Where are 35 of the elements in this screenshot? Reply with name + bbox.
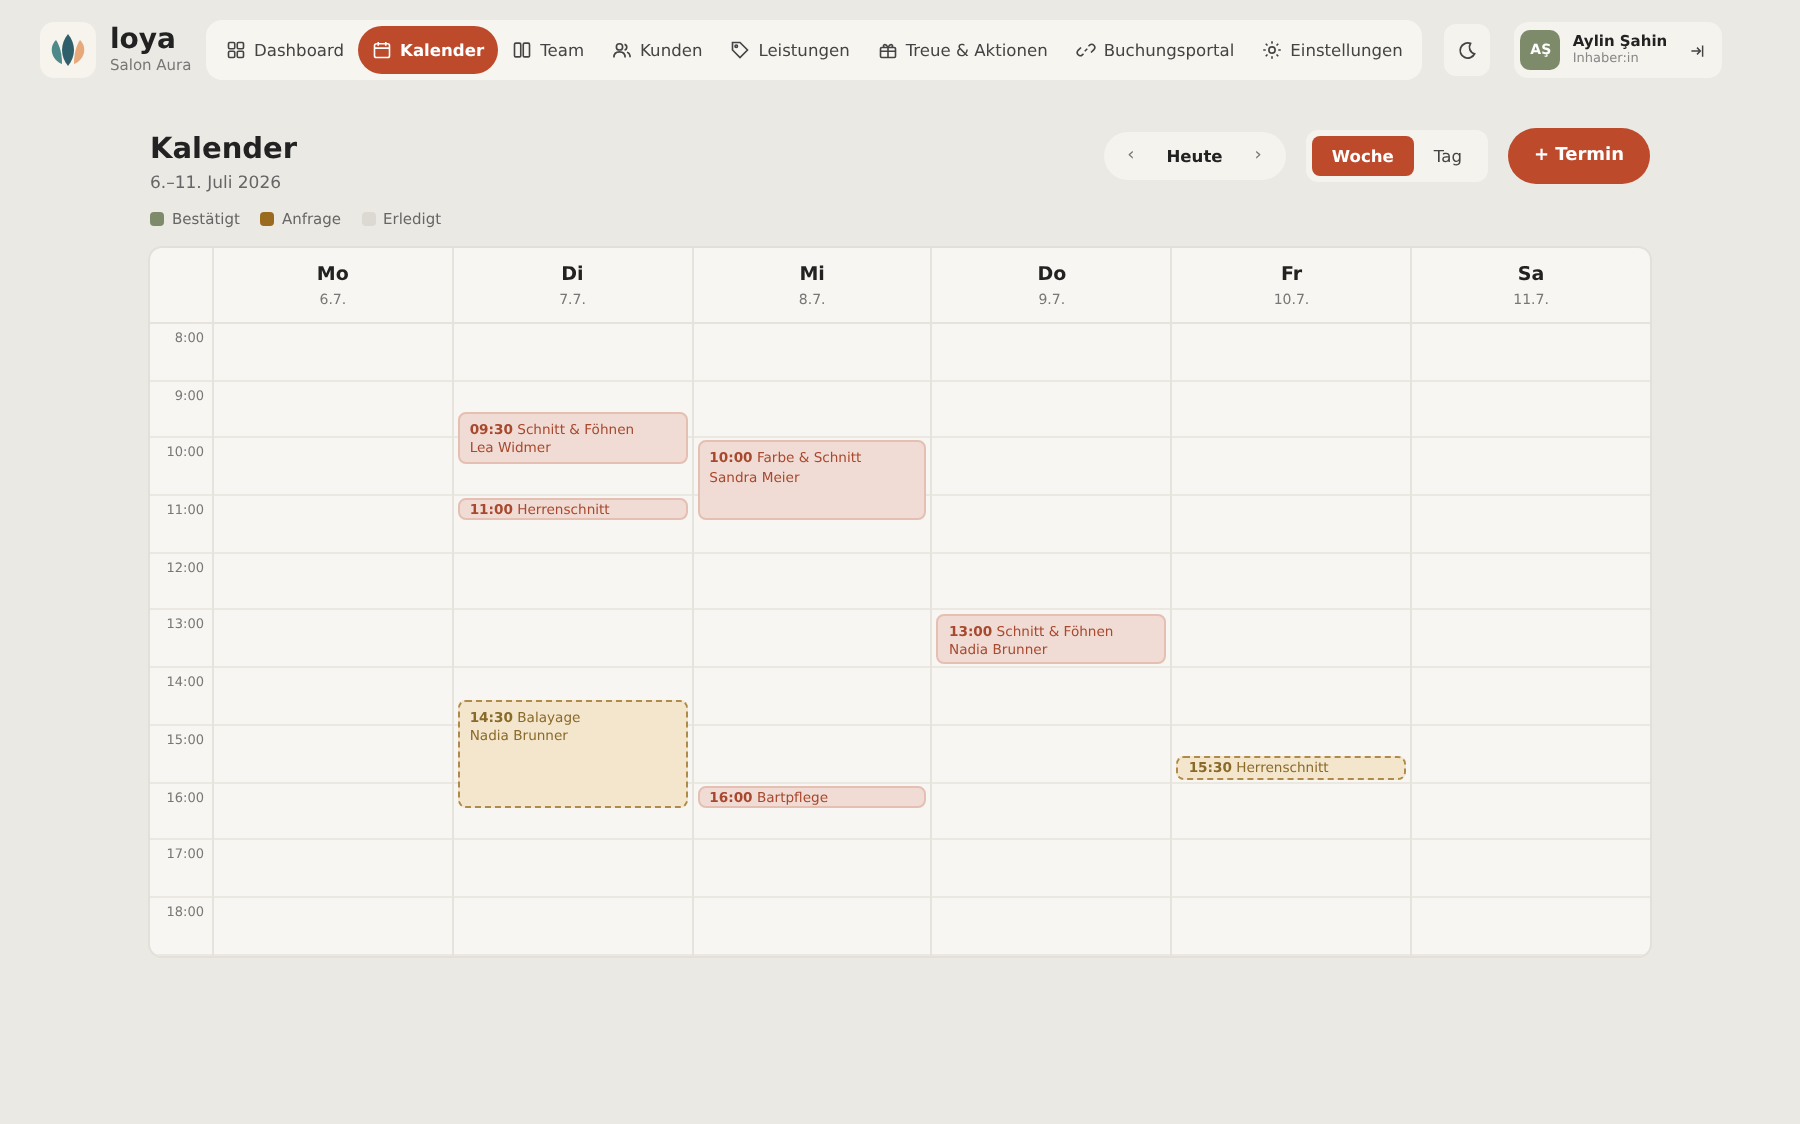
nav-tab[interactable]: Buchungsportal [1061,26,1249,74]
moon-icon [1456,39,1479,61]
day-name: Sa [1517,263,1545,285]
nav-tab[interactable]: Leistungen [716,26,864,74]
leaf-logo-icon [40,22,96,78]
next-button[interactable]: › [1238,146,1278,166]
dark-mode-button[interactable] [1444,24,1491,76]
gift-icon [877,40,898,60]
logout-icon[interactable] [1687,41,1706,59]
columns-icon [512,40,533,60]
view-tab[interactable]: Tag [1413,136,1482,176]
page-title: Kalender [150,134,298,166]
nav-tab[interactable]: Treue & Aktionen [863,26,1062,74]
day-name: Mi [799,263,825,285]
nav-tab[interactable]: Dashboard [212,26,359,74]
new-appointment-button[interactable]: + Termin [1507,128,1650,184]
people-icon [612,40,633,60]
tag-icon [730,40,751,60]
calendar-icon [372,40,393,60]
brand-name: loya [110,26,178,55]
grid-icon [226,40,246,60]
view-tab[interactable]: Woche [1311,136,1414,176]
sun-icon [1262,40,1283,60]
link-icon [1075,40,1096,60]
day-name: Mo [316,263,349,285]
today-button[interactable]: Heute [1150,146,1239,166]
day-name: Di [561,263,584,285]
previous-button[interactable]: ‹ [1111,146,1151,166]
nav-tab[interactable]: Team [498,26,599,74]
nav-tab[interactable]: Einstellungen [1248,26,1417,74]
day-name: Do [1037,263,1067,285]
nav-tab[interactable]: Kunden [598,26,717,74]
nav-tab[interactable]: Kalender [358,26,499,74]
day-name: Fr [1280,263,1303,285]
date-range: 6.–11. Juli 2026 [150,174,284,194]
